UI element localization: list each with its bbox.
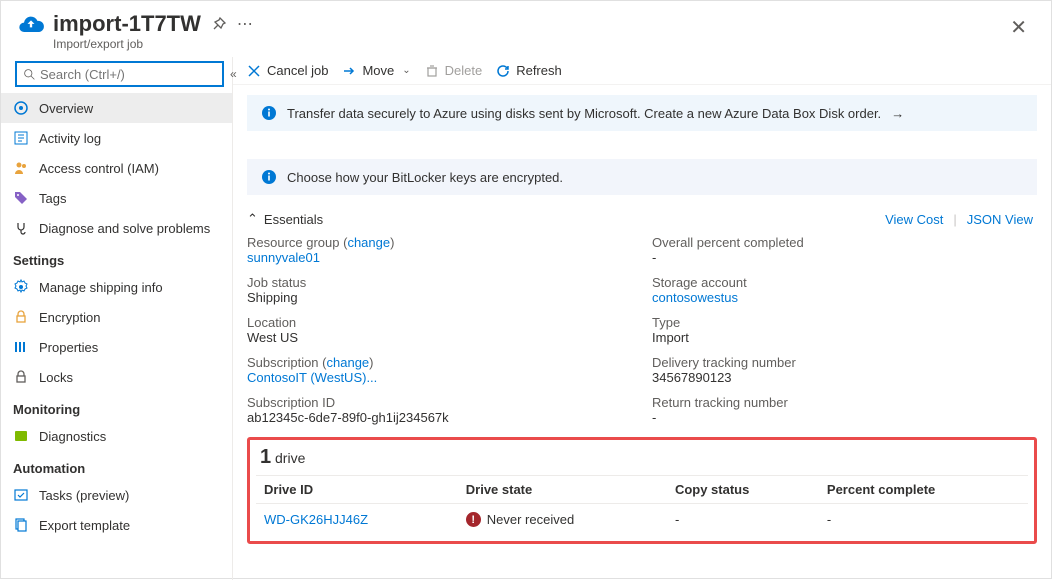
blade-header: import-1T7TW ⋯ Import/export job ✕ <box>1 1 1051 57</box>
tasks-icon <box>13 487 29 503</box>
sidebar-item-encryption[interactable]: Encryption <box>1 302 232 332</box>
sidebar-item-tags[interactable]: Tags <box>1 183 232 213</box>
lock-icon <box>13 309 29 325</box>
diagnose-icon <box>13 220 29 236</box>
view-cost-link[interactable]: View Cost <box>885 212 943 227</box>
sidebar-item-label: Tasks (preview) <box>39 488 129 503</box>
col-drive-state[interactable]: Drive state <box>458 476 667 504</box>
collapse-sidebar-icon[interactable]: « <box>230 67 237 81</box>
sidebar-item-label: Overview <box>39 101 93 116</box>
sidebar-heading-settings: Settings <box>1 243 232 272</box>
sidebar-item-export-template[interactable]: Export template <box>1 510 232 540</box>
search-input-wrapper[interactable] <box>15 61 224 87</box>
json-view-link[interactable]: JSON View <box>967 212 1033 227</box>
delete-icon <box>425 64 439 78</box>
table-row[interactable]: WD-GK26HJJ46Z ! Never received - - <box>256 504 1028 536</box>
move-button[interactable]: Move ⌄ <box>342 63 410 78</box>
cancel-job-button[interactable]: Cancel job <box>247 63 328 78</box>
info-icon <box>261 169 277 185</box>
delivery-tracking-value: 34567890123 <box>652 370 1037 385</box>
change-sub-link[interactable]: change <box>327 355 370 370</box>
drive-state-value: Never received <box>487 512 574 527</box>
sidebar-item-diagnostics[interactable]: Diagnostics <box>1 421 232 451</box>
delete-button: Delete <box>425 63 483 78</box>
page-title: import-1T7TW <box>53 11 201 37</box>
essentials-grid: Resource group (change) sunnyvale01 Job … <box>233 231 1051 433</box>
col-percent-complete[interactable]: Percent complete <box>819 476 1028 504</box>
command-bar: Cancel job Move ⌄ Delete Refresh <box>233 57 1051 85</box>
sidebar-heading-automation: Automation <box>1 451 232 480</box>
sidebar-item-label: Locks <box>39 370 73 385</box>
gear-icon <box>13 279 29 295</box>
job-status-value: Shipping <box>247 290 632 305</box>
return-tracking-value: - <box>652 410 1037 425</box>
sidebar: « Overview Activity log Access control (… <box>1 57 233 580</box>
sidebar-item-shipping[interactable]: Manage shipping info <box>1 272 232 302</box>
info-banner-text: Choose how your BitLocker keys are encry… <box>287 170 563 185</box>
sidebar-item-label: Export template <box>39 518 130 533</box>
sidebar-item-label: Encryption <box>39 310 100 325</box>
col-copy-status[interactable]: Copy status <box>667 476 819 504</box>
sidebar-item-label: Access control (IAM) <box>39 161 159 176</box>
info-banner-databox: Transfer data securely to Azure using di… <box>247 95 1037 131</box>
pin-icon[interactable] <box>211 16 227 32</box>
sidebar-item-overview[interactable]: Overview <box>1 93 232 123</box>
subscription-id-value: ab12345c-6de7-89f0-gh1ij234567k <box>247 410 632 425</box>
drives-section: 1 drive Drive ID Drive state Copy status… <box>247 437 1037 544</box>
storage-account-link[interactable]: contosowestus <box>652 290 1037 305</box>
resource-group-link[interactable]: sunnyvale01 <box>247 250 632 265</box>
more-icon[interactable]: ⋯ <box>237 14 254 34</box>
chevron-down-icon: ⌄ <box>402 65 410 76</box>
cancel-icon <box>247 64 261 78</box>
sidebar-item-properties[interactable]: Properties <box>1 332 232 362</box>
search-input[interactable] <box>40 67 216 82</box>
sidebar-item-locks[interactable]: Locks <box>1 362 232 392</box>
cloud-upload-icon <box>17 11 45 39</box>
refresh-icon <box>496 64 510 78</box>
move-icon <box>342 64 356 78</box>
drive-id-link[interactable]: WD-GK26HJJ46Z <box>264 512 368 527</box>
info-icon <box>261 105 277 121</box>
sidebar-item-label: Manage shipping info <box>39 280 163 295</box>
drives-title: 1 drive <box>256 444 1028 475</box>
error-icon: ! <box>466 512 481 527</box>
people-icon <box>13 160 29 176</box>
sidebar-item-label: Diagnose and solve problems <box>39 221 210 236</box>
sidebar-item-label: Properties <box>39 340 98 355</box>
type-value: Import <box>652 330 1037 345</box>
sidebar-item-activity-log[interactable]: Activity log <box>1 123 232 153</box>
chevron-up-icon: ⌃ <box>247 211 258 227</box>
page-subtitle: Import/export job <box>53 37 1002 51</box>
overview-icon <box>13 100 29 116</box>
sidebar-heading-monitoring: Monitoring <box>1 392 232 421</box>
search-icon <box>23 68 36 81</box>
export-template-icon <box>13 517 29 533</box>
subscription-link[interactable]: ContosoIT (WestUS)... <box>247 370 632 385</box>
sidebar-item-access-control[interactable]: Access control (IAM) <box>1 153 232 183</box>
sidebar-item-tasks[interactable]: Tasks (preview) <box>1 480 232 510</box>
change-rg-link[interactable]: change <box>347 235 390 250</box>
percent-complete-cell: - <box>819 504 1028 536</box>
refresh-button[interactable]: Refresh <box>496 63 562 78</box>
main-content: Cancel job Move ⌄ Delete Refresh Transfe… <box>233 57 1051 580</box>
activity-log-icon <box>13 130 29 146</box>
sidebar-item-label: Activity log <box>39 131 101 146</box>
info-banner-bitlocker: Choose how your BitLocker keys are encry… <box>247 159 1037 195</box>
sidebar-item-diagnose[interactable]: Diagnose and solve problems <box>1 213 232 243</box>
lock-icon <box>13 369 29 385</box>
sidebar-item-label: Tags <box>39 191 66 206</box>
sidebar-item-label: Diagnostics <box>39 429 106 444</box>
col-drive-id[interactable]: Drive ID <box>256 476 458 504</box>
close-button[interactable]: ✕ <box>1002 11 1035 44</box>
drives-table: Drive ID Drive state Copy status Percent… <box>256 475 1028 535</box>
arrow-right-icon[interactable]: → <box>891 106 904 121</box>
tag-icon <box>13 190 29 206</box>
essentials-toggle[interactable]: ⌃ Essentials <box>247 211 885 227</box>
location-value: West US <box>247 330 632 345</box>
percent-complete-value: - <box>652 250 1037 265</box>
properties-icon <box>13 339 29 355</box>
copy-status-value: - <box>667 504 819 536</box>
info-banner-text: Transfer data securely to Azure using di… <box>287 106 881 121</box>
diagnostics-icon <box>13 428 29 444</box>
